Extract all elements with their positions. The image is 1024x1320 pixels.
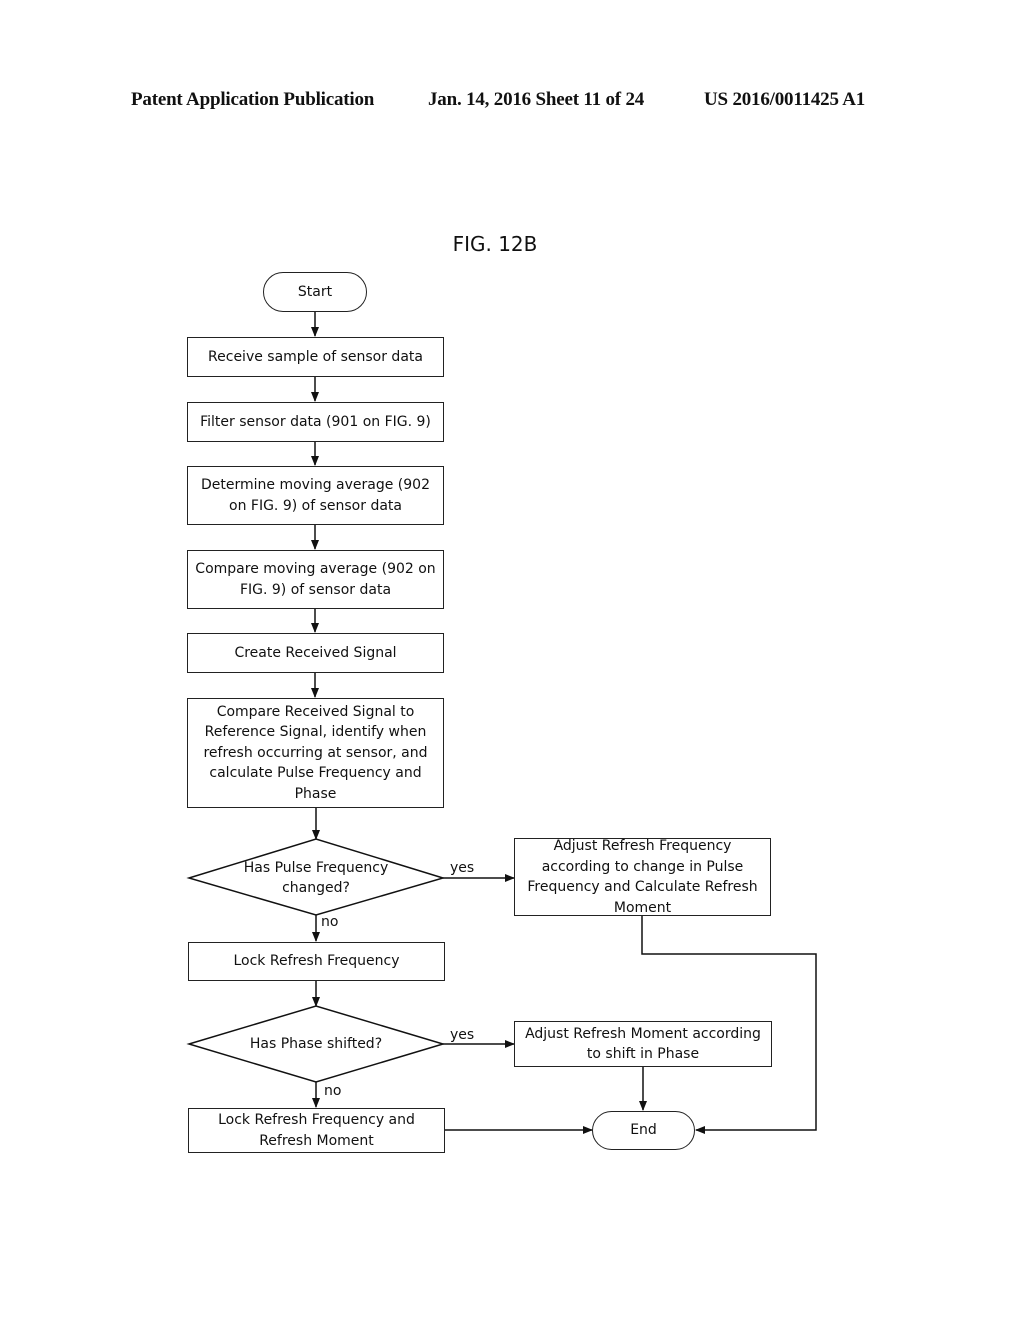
step-filter-data: Filter sensor data (901 on FIG. 9) xyxy=(187,402,444,442)
decision1-yes-label: yes xyxy=(450,860,475,876)
step-receive-sample: Receive sample of sensor data xyxy=(187,337,444,377)
step-compare-received-signal: Compare Received Signal to Reference Sig… xyxy=(187,698,444,808)
step-adjust-refresh-moment: Adjust Refresh Moment according to shift… xyxy=(514,1021,772,1067)
start-terminal: Start xyxy=(263,272,367,312)
step-lock-refresh-frequency: Lock Refresh Frequency xyxy=(188,942,445,981)
decision1-no-label: no xyxy=(321,914,339,930)
step-lock-frequency-and-moment: Lock Refresh Frequency and Refresh Momen… xyxy=(188,1108,445,1153)
step-determine-moving-average: Determine moving average (902 on FIG. 9)… xyxy=(187,466,444,525)
decision1-question: Has Pulse Frequency changed? xyxy=(243,859,389,897)
step-adjust-refresh-frequency: Adjust Refresh Frequency according to ch… xyxy=(514,838,771,916)
end-terminal: End xyxy=(592,1111,695,1150)
step-compare-moving-average: Compare moving average (902 on FIG. 9) o… xyxy=(187,550,444,609)
decision2-question: Has Phase shifted? xyxy=(249,1035,383,1052)
flowchart-connectors xyxy=(186,311,817,1134)
decision2-yes-label: yes xyxy=(450,1027,475,1043)
decision2-no-label: no xyxy=(324,1083,342,1099)
step-create-received-signal: Create Received Signal xyxy=(187,633,444,673)
